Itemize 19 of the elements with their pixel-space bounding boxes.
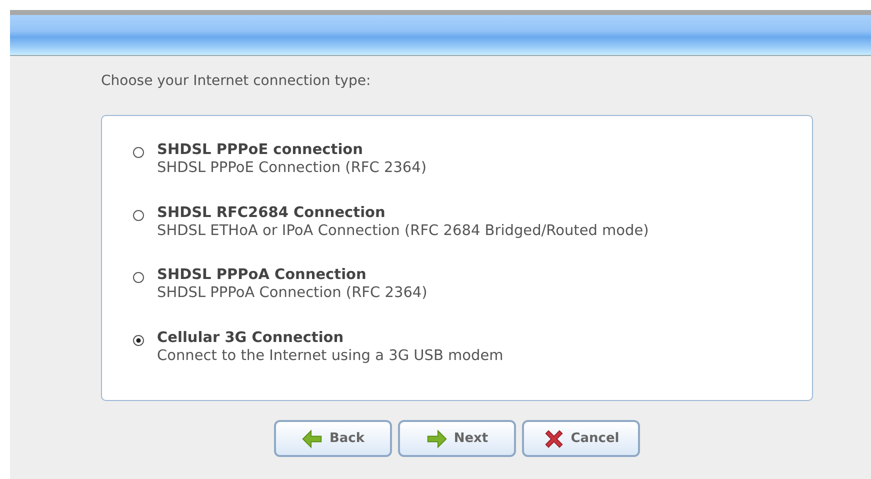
back-button[interactable]: Back: [274, 420, 392, 457]
option-title[interactable]: Cellular 3G Connection: [157, 328, 504, 346]
right-arrow-icon: [426, 428, 448, 448]
next-button[interactable]: Next: [398, 420, 516, 457]
radio-button[interactable]: [133, 147, 144, 158]
close-icon: [542, 428, 565, 448]
cancel-button[interactable]: Cancel: [522, 420, 640, 457]
prompt-text: Choose your Internet connection type:: [101, 73, 372, 91]
radio-button[interactable]: [133, 334, 144, 346]
option-title[interactable]: SHDSL RFC2684 Connection: [157, 204, 649, 222]
option-description: SHDSL PPPoA Connection (RFC 2364): [157, 284, 428, 303]
option-description: Connect to the Internet using a 3G USB modem: [157, 346, 504, 366]
option-title[interactable]: SHDSL PPPoE connection: [157, 141, 427, 159]
option-description: SHDSL PPPoE Connection (RFC 2364): [157, 159, 427, 178]
left-arrow-icon: [301, 428, 324, 448]
radio-button[interactable]: [133, 210, 144, 220]
option-description: SHDSL ETHoA or IPoA Connection (RFC 2684 Bridged/Routed mode): [157, 222, 649, 240]
radio-button[interactable]: [133, 272, 144, 283]
option-title[interactable]: SHDSL PPPoA Connection: [157, 266, 428, 284]
